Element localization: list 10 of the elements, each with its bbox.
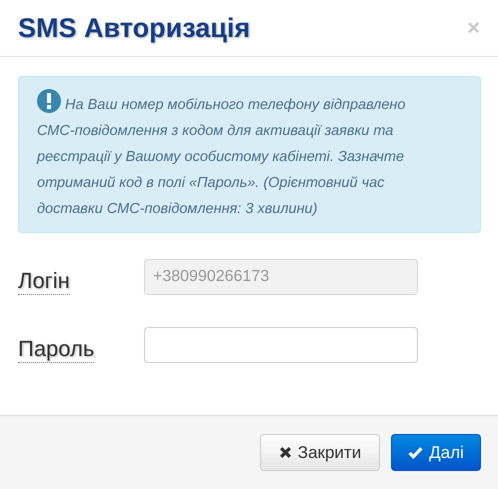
close-icon <box>278 446 292 459</box>
exclamation-icon <box>37 89 61 113</box>
close-button[interactable]: Закрити <box>260 434 380 471</box>
field-label: Логін <box>18 268 70 295</box>
field-label: Пароль <box>18 336 94 363</box>
dialog-title: SMS Авторизація <box>18 12 250 44</box>
next-button[interactable]: Далі <box>391 434 481 471</box>
input-field[interactable] <box>144 327 418 363</box>
check-icon <box>408 446 424 459</box>
alert-message: На Ваш номер мобільного телефону відправлено СМС-повідомлення з кодом для активації заявки та реєстрації у Вашому особистому кабінеті. Зазначте отриманий код в полі «Пароль». (Орієнтовний час доставки СМС-повідомлення: 3 хвилини) <box>37 89 410 222</box>
